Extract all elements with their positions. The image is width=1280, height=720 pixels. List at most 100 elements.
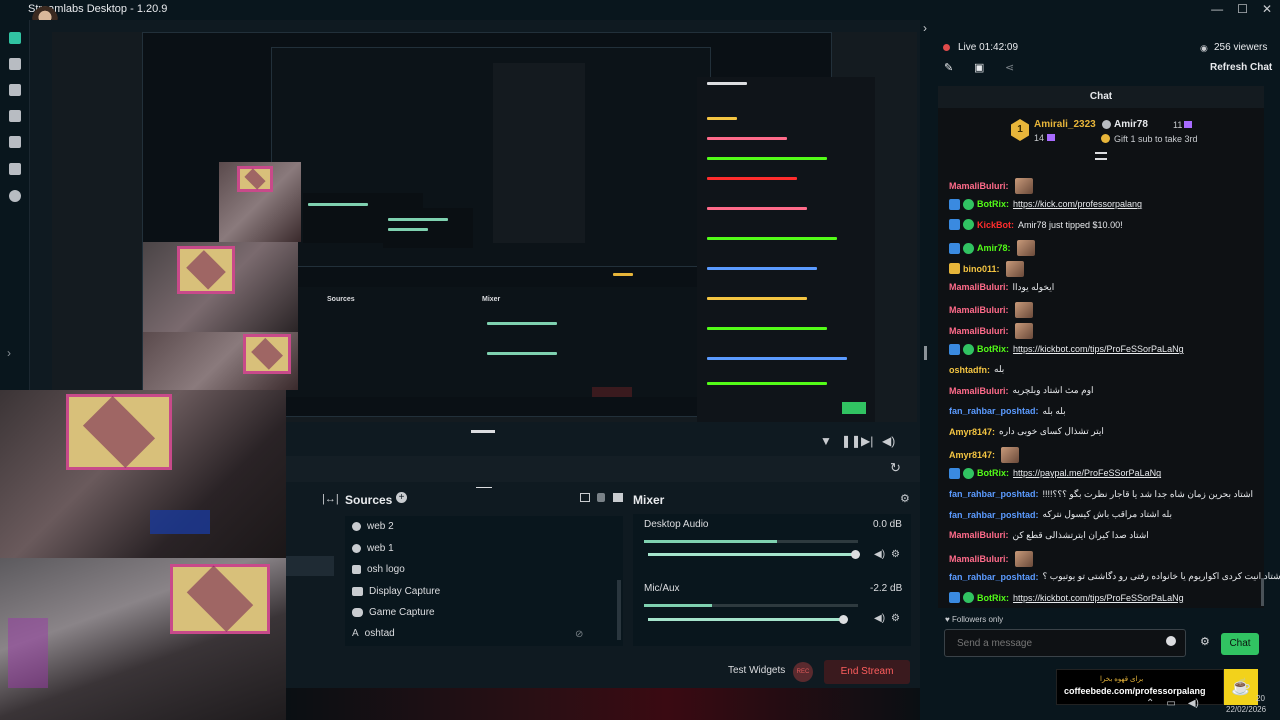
dashboard-icon[interactable] xyxy=(9,58,21,70)
speaker-icon[interactable]: ◀) xyxy=(874,613,885,624)
network-icon[interactable]: ▭ xyxy=(1166,698,1175,709)
collapse-icon[interactable]: |↔| xyxy=(322,493,339,505)
share-icon[interactable]: ⋖ xyxy=(1005,61,1014,74)
chat-username[interactable]: bino011: xyxy=(963,264,1000,274)
recording-icon[interactable] xyxy=(9,190,21,202)
chat-username[interactable]: BotRix: xyxy=(977,593,1009,603)
panel-resize-handle[interactable] xyxy=(924,346,927,360)
chat-username[interactable]: MamaliBuluri: xyxy=(949,282,1009,292)
maximize-button[interactable]: ☐ xyxy=(1237,2,1248,16)
channel-settings-icon[interactable]: ⚙ xyxy=(891,613,900,624)
chat-message: BotRix: https://kickbot.com/tips/ProFeSSo… xyxy=(949,343,1184,355)
pin-toggle-icon[interactable] xyxy=(1095,152,1107,160)
sources-scrollbar[interactable] xyxy=(617,580,621,640)
volume-icon[interactable]: ◀) xyxy=(882,434,895,448)
chat-username[interactable]: fan_rahbar_poshtad: xyxy=(949,510,1039,520)
source-item[interactable]: Game Capture xyxy=(352,607,435,618)
media-icon[interactable]: ▣ xyxy=(974,61,984,74)
folder-icon[interactable] xyxy=(580,493,590,502)
bot-badge-icon xyxy=(949,219,960,231)
channel-settings-icon[interactable]: ⚙ xyxy=(891,549,900,560)
collapse-panel-icon[interactable]: › xyxy=(923,21,927,35)
store-icon[interactable] xyxy=(9,136,21,148)
verified-badge-icon xyxy=(963,198,974,210)
chat-link[interactable]: https://kickbot.com/tips/ProFeSSorPaLaNg xyxy=(1013,593,1184,603)
test-widgets-button[interactable]: Test Widgets xyxy=(728,665,785,676)
chat-message: MamaliBuluri: ایخوله یوداا xyxy=(949,282,1054,293)
send-chat-button[interactable]: Chat xyxy=(1221,633,1259,655)
chat-username[interactable]: fan_rahbar_poshtad: xyxy=(949,572,1039,582)
chat-username[interactable]: KickBot: xyxy=(977,220,1014,230)
mixer-channel-db: 0.0 dB xyxy=(873,519,902,530)
chat-username[interactable]: BotRix: xyxy=(977,199,1009,209)
chat-settings-icon[interactable]: ⚙ xyxy=(1200,635,1210,648)
mute-icon[interactable] xyxy=(597,493,605,502)
mixer-settings-icon[interactable]: ⚙ xyxy=(900,492,910,505)
studio-icon[interactable] xyxy=(9,32,21,44)
volume-slider[interactable] xyxy=(648,553,856,556)
chat-message-input[interactable] xyxy=(944,629,1186,657)
pause-icon[interactable]: ❚❚ xyxy=(841,434,861,448)
chat-username[interactable]: Amir78: xyxy=(977,243,1011,253)
chat-username[interactable]: fan_rahbar_poshtad: xyxy=(949,406,1039,416)
chat-username[interactable]: MamaliBuluri: xyxy=(949,181,1009,191)
emoji-icon[interactable] xyxy=(1166,636,1176,646)
mixer-panel xyxy=(633,514,911,646)
edit-icon[interactable]: ✎ xyxy=(944,61,953,74)
webcam-icon xyxy=(352,544,361,553)
bot-badge-icon xyxy=(949,242,960,254)
chat-username[interactable]: Amyr8147: xyxy=(949,427,995,437)
close-button[interactable]: ✕ xyxy=(1262,2,1272,16)
chat-username[interactable]: BotRix: xyxy=(977,468,1009,478)
audio-folder-icon[interactable] xyxy=(613,493,623,502)
chat-message: fan_rahbar_poshtad: بله بله xyxy=(949,406,1066,417)
tools-icon[interactable] xyxy=(9,110,21,122)
sound-icon[interactable]: ◀) xyxy=(1188,698,1199,709)
chat-message: bino011: xyxy=(949,260,1024,277)
skip-icon[interactable]: ▶| xyxy=(861,434,873,448)
source-item[interactable]: Display Capture xyxy=(352,586,440,597)
speaker-icon[interactable]: ◀) xyxy=(874,549,885,560)
chat-message: MamaliBuluri: xyxy=(949,550,1033,567)
donation-url: coffeebede.com/professorpalang xyxy=(1064,686,1206,696)
emote-icon xyxy=(1014,322,1033,339)
minimize-button[interactable]: — xyxy=(1211,2,1223,16)
volume-knob[interactable] xyxy=(851,550,860,559)
chat-username[interactable]: oshtadfn: xyxy=(949,365,990,375)
bot-badge-icon xyxy=(949,592,960,603)
source-item[interactable]: osh logo xyxy=(352,564,405,575)
hidden-eye-icon[interactable]: ⊘ xyxy=(575,629,583,640)
chat-scrollbar[interactable] xyxy=(1261,578,1264,606)
chat-username[interactable]: MamaliBuluri: xyxy=(949,530,1009,540)
expand-arrow-icon[interactable]: › xyxy=(7,346,11,360)
volume-knob[interactable] xyxy=(839,615,848,624)
refresh-chat-button[interactable]: Refresh Chat xyxy=(1210,62,1272,73)
chat-link[interactable]: https://kickbot.com/tips/ProFeSSorPaLaNg xyxy=(1013,344,1184,354)
chat-link[interactable]: https://kick.com/professorpalang xyxy=(1013,199,1142,209)
reload-icon[interactable]: ↻ xyxy=(890,460,901,476)
chat-message: Amyr8147: xyxy=(949,447,1020,464)
chat-message: oshtadfn: بله xyxy=(949,364,1004,375)
chat-username[interactable]: MamaliBuluri: xyxy=(949,305,1009,315)
filter-icon[interactable]: ▼ xyxy=(820,434,832,448)
highlighter-icon[interactable] xyxy=(9,163,21,175)
chat-username[interactable]: BotRix: xyxy=(977,344,1009,354)
chat-username[interactable]: MamaliBuluri: xyxy=(949,386,1009,396)
chat-username[interactable]: Amyr8147: xyxy=(949,450,995,460)
drag-handle[interactable] xyxy=(471,430,495,433)
volume-slider[interactable] xyxy=(648,618,844,621)
arrow-up-icon[interactable]: ⌃ xyxy=(1146,698,1154,709)
bot-badge-icon xyxy=(949,198,960,210)
chat-username[interactable]: MamaliBuluri: xyxy=(949,554,1009,564)
source-item[interactable]: web 1 xyxy=(352,543,394,554)
add-source-icon[interactable]: + xyxy=(396,492,407,503)
source-item[interactable]: web 2 xyxy=(352,521,394,532)
chat-link[interactable]: https://paypal.me/ProFeSSorPaLaNg xyxy=(1013,468,1161,478)
source-item[interactable]: Aoshtad xyxy=(352,628,395,639)
chat-username[interactable]: fan_rahbar_poshtad: xyxy=(949,489,1039,499)
end-stream-button[interactable]: End Stream xyxy=(824,660,910,684)
chat-username[interactable]: MamaliBuluri: xyxy=(949,326,1009,336)
library-icon[interactable] xyxy=(9,84,21,96)
record-button[interactable]: REC xyxy=(793,662,813,682)
selected-scene[interactable] xyxy=(286,556,334,576)
